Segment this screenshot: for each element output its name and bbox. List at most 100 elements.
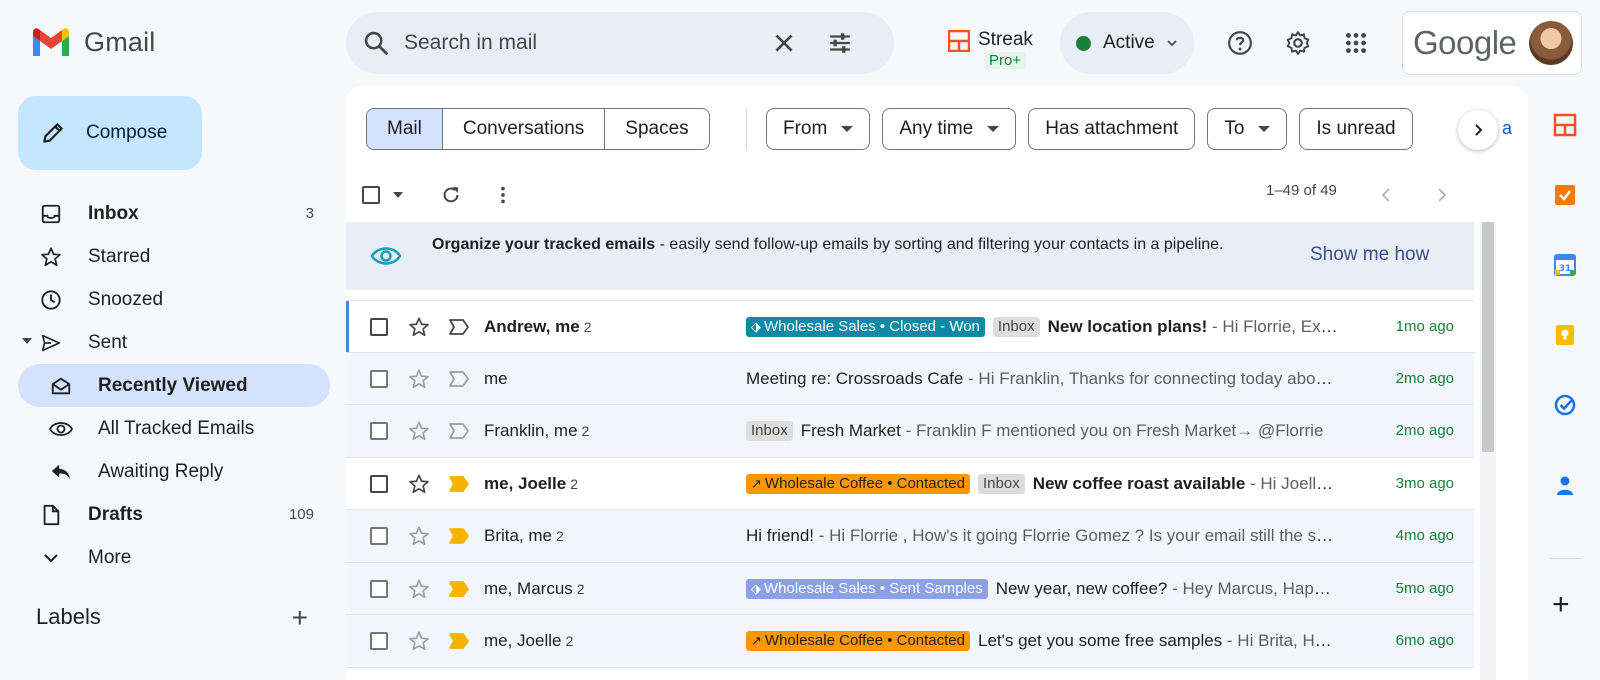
search-bar[interactable] bbox=[346, 12, 894, 74]
keep-bulb-icon bbox=[1556, 325, 1574, 345]
search-options-button[interactable] bbox=[820, 23, 860, 63]
status-selector[interactable]: Active bbox=[1060, 12, 1194, 74]
email-row[interactable]: Brita, me 2 Hi friend! - Hi Florrie , How'… bbox=[346, 510, 1474, 563]
chip-label: Is unread bbox=[1316, 118, 1396, 139]
sidebar-item-all-tracked[interactable]: All Tracked Emails bbox=[0, 407, 330, 450]
streak-pipeline-tag[interactable]: ⬗ Wholesale Sales • Sent Samples bbox=[746, 578, 988, 599]
star-icon[interactable] bbox=[408, 368, 430, 390]
keep-side-button[interactable] bbox=[1550, 320, 1580, 350]
email-row[interactable]: me, Joelle 2 ↗ Wholesale Coffee • Contacted… bbox=[346, 457, 1474, 510]
thread-count: 2 bbox=[570, 475, 579, 492]
tasks-check-side-button[interactable] bbox=[1550, 390, 1580, 420]
prev-page-icon[interactable] bbox=[1378, 186, 1396, 204]
streak-pipeline-tag[interactable]: ⬗ Wholesale Sales • Closed - Won bbox=[746, 317, 985, 337]
select-all-checkbox[interactable] bbox=[362, 186, 380, 204]
filter-any-time[interactable]: Any time bbox=[882, 108, 1017, 150]
inbox-label-badge[interactable]: Inbox bbox=[746, 421, 793, 441]
refresh-icon[interactable] bbox=[440, 184, 462, 206]
sidebar-item-starred[interactable]: Starred bbox=[0, 235, 330, 278]
filter-has-attachment[interactable]: Has attachment bbox=[1028, 108, 1196, 150]
pagination-text: 1–49 of 49 bbox=[1266, 182, 1337, 199]
google-brand: Google bbox=[1413, 24, 1517, 61]
clear-search-button[interactable] bbox=[764, 23, 804, 63]
important-marker-icon[interactable] bbox=[448, 527, 470, 545]
scrollbar-thumb[interactable] bbox=[1482, 222, 1494, 452]
compose-button[interactable]: Compose bbox=[18, 96, 202, 170]
star-icon[interactable] bbox=[408, 578, 430, 600]
add-label-button[interactable]: + bbox=[292, 602, 308, 634]
sidebar-item-drafts[interactable]: Drafts 109 bbox=[0, 493, 330, 536]
star-icon[interactable] bbox=[408, 630, 430, 652]
chip-label: Has attachment bbox=[1045, 118, 1179, 139]
filter-from[interactable]: From bbox=[766, 108, 871, 150]
email-row[interactable]: me, Joelle 2 ↗ Wholesale Coffee • Contacted… bbox=[346, 615, 1474, 668]
filter-is-unread[interactable]: Is unread bbox=[1299, 108, 1413, 150]
support-button[interactable] bbox=[1220, 23, 1260, 63]
star-icon[interactable] bbox=[408, 473, 430, 495]
sidebar-item-recently-viewed[interactable]: Recently Viewed bbox=[18, 364, 330, 407]
sidebar-item-sent[interactable]: Sent bbox=[0, 321, 330, 364]
draft-icon bbox=[38, 502, 64, 528]
sidebar-item-inbox[interactable]: Inbox 3 bbox=[0, 192, 330, 235]
important-marker-icon[interactable] bbox=[448, 422, 470, 440]
account-button[interactable]: Google bbox=[1402, 11, 1582, 75]
row-checkbox[interactable] bbox=[370, 579, 388, 598]
important-marker-icon[interactable] bbox=[448, 475, 470, 493]
inbox-label-badge[interactable]: Inbox bbox=[992, 317, 1040, 337]
inbox-label-badge[interactable]: Inbox bbox=[978, 473, 1025, 494]
important-marker-icon[interactable] bbox=[448, 370, 470, 388]
row-checkbox[interactable] bbox=[370, 474, 388, 493]
show-me-how-link[interactable]: Show me how bbox=[1310, 244, 1429, 266]
banner-rest: - easily send follow-up emails by sortin… bbox=[655, 236, 1224, 253]
sidebar-item-label: Sent bbox=[88, 331, 128, 353]
row-checkbox[interactable] bbox=[370, 527, 388, 545]
expand-caret-icon[interactable] bbox=[22, 338, 32, 344]
sidebar-item-snoozed[interactable]: Snoozed bbox=[0, 278, 330, 321]
filter-overflow-text[interactable]: a bbox=[1502, 118, 1512, 139]
email-row[interactable]: me, Marcus 2 ⬗ Wholesale Sales • Sent Sampl… bbox=[346, 562, 1474, 615]
email-row[interactable]: Franklin, me 2 Inbox Fresh Market - Frankli… bbox=[346, 405, 1474, 458]
important-marker-icon[interactable] bbox=[448, 580, 470, 598]
important-marker-icon[interactable] bbox=[448, 632, 470, 650]
avatar[interactable] bbox=[1529, 21, 1573, 65]
streak-menu[interactable]: Streak Pro+ bbox=[948, 30, 1033, 69]
tab-mail[interactable]: Mail bbox=[367, 109, 443, 149]
get-addons-button[interactable]: + bbox=[1552, 590, 1570, 620]
sender-names: me, Joelle bbox=[484, 631, 562, 650]
contacts-side-button[interactable] bbox=[1550, 470, 1580, 500]
sidebar-item-awaiting-reply[interactable]: Awaiting Reply bbox=[0, 450, 330, 493]
select-menu-caret-icon[interactable] bbox=[392, 190, 404, 200]
calendar-side-button[interactable]: 31 bbox=[1550, 250, 1580, 280]
apps-button[interactable] bbox=[1336, 23, 1376, 63]
star-icon[interactable] bbox=[408, 525, 430, 547]
tasks-side-button[interactable] bbox=[1550, 180, 1580, 210]
sidebar-item-more[interactable]: More bbox=[0, 536, 330, 579]
status-label: Active bbox=[1103, 32, 1155, 53]
tag-label: Wholesale Coffee • Contacted bbox=[764, 632, 965, 649]
search-input[interactable] bbox=[404, 26, 734, 60]
search-icon[interactable] bbox=[362, 29, 390, 57]
row-checkbox[interactable] bbox=[370, 422, 388, 440]
next-page-icon[interactable] bbox=[1432, 186, 1450, 204]
star-icon[interactable] bbox=[408, 420, 430, 442]
star-icon[interactable] bbox=[408, 316, 430, 338]
settings-button[interactable] bbox=[1278, 23, 1318, 63]
streak-pipeline-tag[interactable]: ↗ Wholesale Coffee • Contacted bbox=[746, 631, 970, 651]
gmail-logo[interactable]: Gmail bbox=[30, 26, 156, 58]
row-checkbox[interactable] bbox=[370, 318, 388, 336]
chip-label: From bbox=[783, 118, 828, 139]
chevron-down-icon bbox=[38, 545, 64, 571]
tab-spaces[interactable]: Spaces bbox=[605, 109, 708, 149]
filter-to[interactable]: To bbox=[1207, 108, 1288, 150]
sidebar-item-label: Starred bbox=[88, 245, 151, 267]
row-checkbox[interactable] bbox=[370, 369, 388, 388]
more-vert-icon[interactable] bbox=[492, 184, 514, 206]
tab-conversations[interactable]: Conversations bbox=[443, 109, 606, 149]
streak-side-button[interactable] bbox=[1550, 110, 1580, 140]
streak-pipeline-tag[interactable]: ↗ Wholesale Coffee • Contacted bbox=[746, 473, 970, 494]
email-row[interactable]: Andrew, me 2 ⬗ Wholesale Sales • Closed - W… bbox=[346, 300, 1474, 353]
row-checkbox[interactable] bbox=[370, 632, 388, 650]
important-marker-icon[interactable] bbox=[448, 318, 470, 336]
filters-next-button[interactable] bbox=[1458, 110, 1498, 150]
email-row[interactable]: me Meeting re: Crossroads Cafe - Hi Frank… bbox=[346, 352, 1474, 405]
